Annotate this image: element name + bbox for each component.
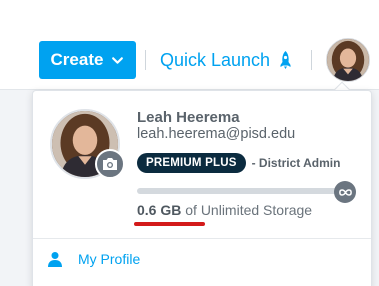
user-role: - District Admin [251,156,341,170]
user-name: Leah Heerema [137,109,240,126]
infinity-icon [334,181,356,203]
storage-usage-text: 0.6 GB of Unlimited Storage [137,202,312,218]
profile-dropdown: Leah Heerema leah.heerema@pisd.edu PREMI… [32,90,372,286]
top-bar: Create Quick Launch [0,0,379,90]
plan-row: PREMIUM PLUS - District Admin [137,152,340,174]
storage-progress-bar [137,188,347,194]
rocket-icon [280,51,291,69]
user-email: leah.heerema@pisd.edu [137,126,296,142]
annotation-underline [134,222,205,226]
user-icon [48,252,62,267]
menu-item-label: My Profile [78,251,141,267]
storage-used: 0.6 GB [137,202,182,218]
create-button[interactable]: Create [39,41,136,79]
camera-icon [103,158,117,170]
storage-limit: of Unlimited Storage [185,202,313,218]
header-divider [145,50,146,70]
avatar-photo [327,39,369,81]
change-photo-button[interactable] [95,149,125,179]
quick-launch-button[interactable]: Quick Launch [160,49,292,71]
menu-item-my-profile[interactable]: My Profile [47,248,140,270]
header-divider [311,50,312,70]
chevron-down-icon [112,56,124,64]
plan-badge: PREMIUM PLUS [137,153,246,173]
menu-divider [33,238,371,239]
create-label: Create [50,50,104,69]
quick-launch-label: Quick Launch [160,49,271,70]
avatar[interactable] [326,38,370,82]
